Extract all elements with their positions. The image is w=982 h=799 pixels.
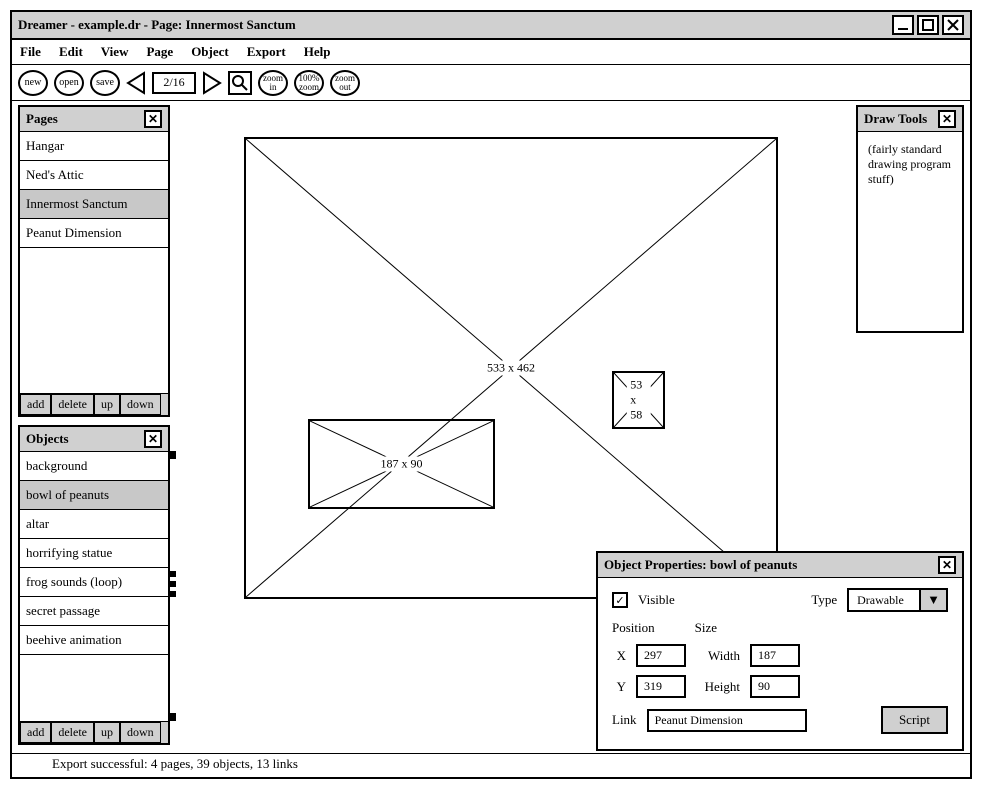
script-button[interactable]: Script — [881, 706, 948, 734]
width-field[interactable]: 187 — [750, 644, 800, 667]
prev-page-button[interactable] — [126, 71, 146, 95]
pages-down-button[interactable]: down — [120, 394, 161, 415]
canvas-object-small[interactable]: 53 x 58 — [612, 371, 665, 429]
position-label: Position — [612, 620, 655, 636]
draw-tools-close[interactable]: ✕ — [938, 110, 956, 128]
objects-list-item[interactable]: bowl of peanuts — [20, 481, 168, 510]
objects-list-item[interactable]: background — [20, 452, 168, 481]
pages-list-item[interactable]: Ned's Attic — [20, 161, 168, 190]
objects-up-button[interactable]: up — [94, 722, 120, 743]
status-bar: Export successful: 4 pages, 39 objects, … — [12, 753, 970, 777]
x-field[interactable]: 297 — [636, 644, 686, 667]
titlebar: Dreamer - example.dr - Page: Innermost S… — [12, 12, 970, 40]
visible-label: Visible — [638, 592, 675, 608]
window-title: Dreamer - example.dr - Page: Innermost S… — [18, 17, 892, 33]
objects-list: backgroundbowl of peanutsaltarhorrifying… — [20, 452, 168, 655]
magnifier-icon — [231, 74, 249, 92]
menu-export[interactable]: Export — [247, 44, 286, 60]
draw-tools-body: (fairly standard drawing program stuff) — [858, 132, 962, 197]
pages-panel-title: Pages — [26, 111, 144, 127]
draw-tools-title: Draw Tools — [864, 111, 938, 127]
status-text: Export successful: 4 pages, 39 objects, … — [52, 756, 298, 771]
canvas-obj2-label: 53 x 58 — [626, 378, 651, 423]
objects-panel: Objects ✕ backgroundbowl of peanutsaltar… — [18, 425, 170, 745]
canvas-object-background[interactable]: 533 x 462 — [244, 137, 778, 599]
page-indicator-field[interactable]: 2/16 — [152, 72, 196, 94]
objprops-close[interactable]: ✕ — [938, 556, 956, 574]
menu-edit[interactable]: Edit — [59, 44, 83, 60]
zoom-100-button[interactable]: 100% zoom — [294, 70, 324, 96]
open-button[interactable]: open — [54, 70, 84, 96]
menu-file[interactable]: File — [20, 44, 41, 60]
pages-add-button[interactable]: add — [20, 394, 51, 415]
x-label: X — [612, 648, 626, 664]
menu-view[interactable]: View — [101, 44, 129, 60]
size-label: Size — [695, 620, 717, 636]
pages-delete-button[interactable]: delete — [51, 394, 94, 415]
toolbar: new open save 2/16 zoom in 100% zoom zoo… — [12, 65, 970, 101]
chevron-down-icon: ▼ — [919, 590, 946, 610]
link-label: Link — [612, 712, 637, 728]
pages-list-item[interactable]: Innermost Sanctum — [20, 190, 168, 219]
objects-panel-close[interactable]: ✕ — [144, 430, 162, 448]
pages-up-button[interactable]: up — [94, 394, 120, 415]
save-button[interactable]: save — [90, 70, 120, 96]
canvas-bg-label: 533 x 462 — [483, 361, 539, 376]
objects-down-button[interactable]: down — [120, 722, 161, 743]
pages-list-item[interactable]: Hangar — [20, 132, 168, 161]
object-properties-panel: Object Properties: bowl of peanuts ✕ ✓ V… — [596, 551, 964, 751]
menu-help[interactable]: Help — [304, 44, 331, 60]
objects-list-item[interactable]: beehive animation — [20, 626, 168, 655]
menu-page[interactable]: Page — [146, 44, 173, 60]
objects-panel-title: Objects — [26, 431, 144, 447]
canvas-obj1-label: 187 x 90 — [377, 457, 427, 472]
link-field[interactable]: Peanut Dimension — [647, 709, 807, 732]
pages-panel-close[interactable]: ✕ — [144, 110, 162, 128]
y-label: Y — [612, 679, 626, 695]
objects-scrollbar[interactable] — [168, 451, 178, 721]
objects-add-button[interactable]: add — [20, 722, 51, 743]
pages-list-item[interactable]: Peanut Dimension — [20, 219, 168, 248]
app-window: Dreamer - example.dr - Page: Innermost S… — [10, 10, 972, 779]
type-label: Type — [811, 592, 837, 608]
zoom-out-button[interactable]: zoom out — [330, 70, 360, 96]
objects-list-item[interactable]: altar — [20, 510, 168, 539]
draw-tools-panel: Draw Tools ✕ (fairly standard drawing pr… — [856, 105, 964, 333]
pages-list: HangarNed's AtticInnermost SanctumPeanut… — [20, 132, 168, 248]
type-select[interactable]: Drawable ▼ — [847, 588, 948, 612]
search-button[interactable] — [228, 71, 252, 95]
next-page-button[interactable] — [202, 71, 222, 95]
menu-object[interactable]: Object — [191, 44, 229, 60]
width-label: Width — [696, 648, 740, 664]
pages-panel: Pages ✕ HangarNed's AtticInnermost Sanct… — [18, 105, 170, 417]
height-field[interactable]: 90 — [750, 675, 800, 698]
content-area: Pages ✕ HangarNed's AtticInnermost Sanct… — [12, 101, 970, 777]
minimize-button[interactable] — [892, 15, 914, 35]
objects-list-item[interactable]: horrifying statue — [20, 539, 168, 568]
objects-list-item[interactable]: frog sounds (loop) — [20, 568, 168, 597]
zoom-in-button[interactable]: zoom in — [258, 70, 288, 96]
objects-list-item[interactable]: secret passage — [20, 597, 168, 626]
new-button[interactable]: new — [18, 70, 48, 96]
y-field[interactable]: 319 — [636, 675, 686, 698]
height-label: Height — [696, 679, 740, 695]
window-close-button[interactable] — [942, 15, 964, 35]
visible-checkbox[interactable]: ✓ — [612, 592, 628, 608]
menubar: File Edit View Page Object Export Help — [12, 40, 970, 65]
canvas-object-bowl[interactable]: 187 x 90 — [308, 419, 495, 509]
maximize-button[interactable] — [917, 15, 939, 35]
objects-delete-button[interactable]: delete — [51, 722, 94, 743]
objprops-title: Object Properties: bowl of peanuts — [604, 557, 938, 573]
